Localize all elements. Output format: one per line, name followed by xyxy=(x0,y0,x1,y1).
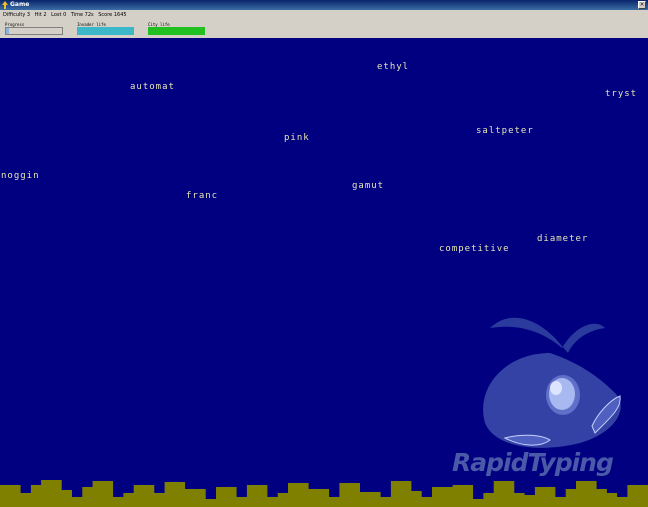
time-stat: Time 72s xyxy=(70,12,94,18)
whale-mascot xyxy=(483,317,621,448)
falling-word: automat xyxy=(130,82,175,92)
falling-word: saltpeter xyxy=(476,126,534,136)
window-title: Game xyxy=(10,1,30,8)
score-stat: Score 1645 xyxy=(98,12,127,18)
falling-word: competitive xyxy=(439,244,510,254)
city-life-bar xyxy=(148,27,205,35)
progress-bar xyxy=(5,27,63,35)
falling-word: gamut xyxy=(352,181,385,191)
city-skyline xyxy=(0,480,648,507)
lost-stat: Lost 0 xyxy=(51,12,67,18)
game-playfield[interactable]: ethyl automat tryst saltpeter pink noggi… xyxy=(0,38,648,507)
status-panel: Difficulty 3 Hit 2 Lost 0 Time 72s Score… xyxy=(0,10,648,38)
invader-life-bar xyxy=(77,27,134,35)
progress-fill xyxy=(6,28,9,34)
falling-word: noggin xyxy=(1,171,40,181)
falling-word: tryst xyxy=(605,89,638,99)
app-icon xyxy=(2,1,8,9)
close-icon: × xyxy=(639,1,645,8)
hit-stat: Hit 2 xyxy=(34,12,47,18)
close-button[interactable]: × xyxy=(638,1,646,9)
falling-word: pink xyxy=(284,133,310,143)
stats-line: Difficulty 3 Hit 2 Lost 0 Time 72s Score… xyxy=(3,12,130,18)
falling-word: diameter xyxy=(537,234,589,244)
title-bar: Game × xyxy=(0,0,648,10)
difficulty-stat: Difficulty 3 xyxy=(3,12,31,18)
falling-word: ethyl xyxy=(377,62,410,72)
falling-word: franc xyxy=(186,191,219,201)
